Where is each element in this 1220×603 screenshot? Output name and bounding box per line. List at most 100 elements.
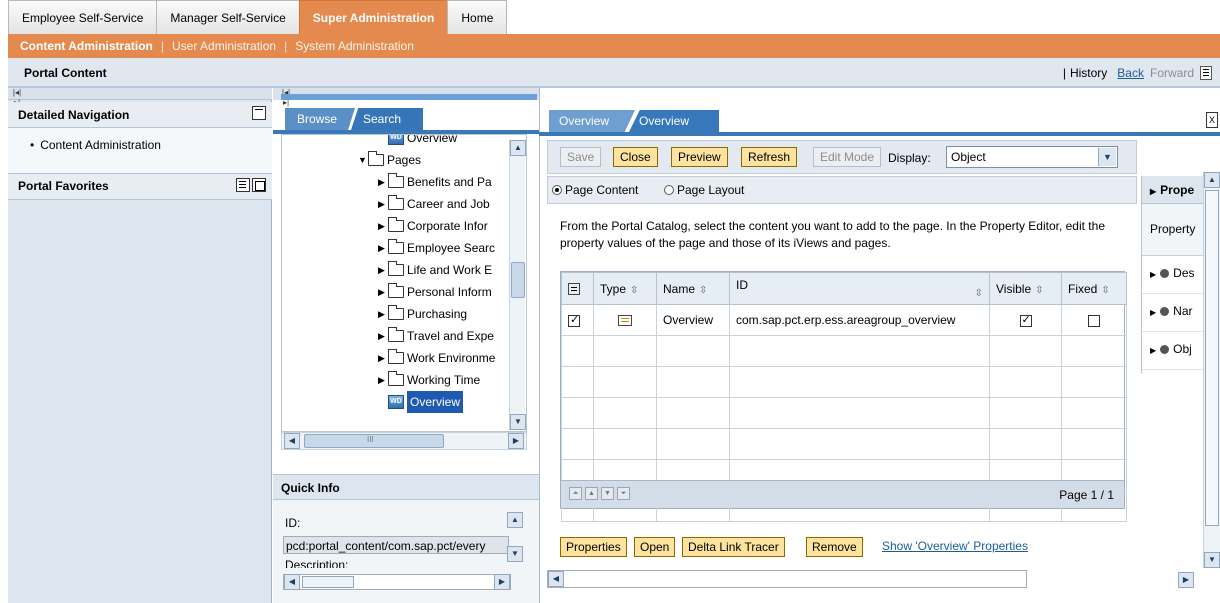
scroll-down-icon[interactable]: ▼ bbox=[507, 546, 523, 562]
name-column-header[interactable]: Name ⇳ bbox=[656, 272, 730, 305]
editor-vertical-scrollbar[interactable]: ▲ ▼ bbox=[1203, 172, 1220, 568]
scroll-down-icon[interactable]: ▼ bbox=[510, 414, 526, 430]
scroll-up-icon[interactable]: ▲ bbox=[510, 140, 526, 156]
tree-folder[interactable]: ▶ Corporate Infor bbox=[378, 215, 488, 237]
id-column-header[interactable]: ID ⇳ bbox=[729, 272, 990, 305]
quick-info-horizontal-scrollbar[interactable]: ◀ ▶ bbox=[283, 574, 511, 590]
triangle-right-icon[interactable]: ▶ bbox=[378, 369, 386, 391]
visible-checkbox[interactable] bbox=[1019, 313, 1032, 327]
nav-system-administration[interactable]: System Administration bbox=[295, 39, 414, 53]
delta-link-tracer-button[interactable]: Delta Link Tracer bbox=[682, 537, 785, 557]
triangle-right-icon[interactable]: ▶ bbox=[378, 281, 386, 303]
tree-folder[interactable]: ▶ Benefits and Pa bbox=[378, 171, 492, 193]
remove-button[interactable]: Remove bbox=[806, 537, 863, 557]
scroll-up-icon[interactable]: ▲ bbox=[1204, 172, 1220, 188]
scroll-left-icon[interactable]: ◀ bbox=[284, 574, 300, 590]
triangle-right-icon[interactable]: ▶ bbox=[378, 325, 386, 347]
radio-page-content[interactable]: Page Content bbox=[552, 183, 638, 197]
tab-browse[interactable]: Browse bbox=[285, 108, 355, 130]
tree-folder[interactable]: ▶ Life and Work E bbox=[378, 259, 492, 281]
triangle-right-icon[interactable]: ▶ bbox=[378, 259, 386, 281]
maximize-icon[interactable] bbox=[252, 178, 266, 192]
editor-horizontal-scrollbar[interactable]: ◀ bbox=[547, 570, 1027, 588]
left-collapse-bar[interactable]: |◂|▸| bbox=[8, 88, 272, 107]
nav-item-content-administration[interactable]: Content Administration bbox=[30, 138, 161, 152]
tree-horizontal-scrollbar[interactable]: ◀ III ▶ bbox=[281, 432, 527, 450]
triangle-right-icon[interactable]: ▶ bbox=[378, 193, 386, 215]
display-select[interactable]: Object ▼ bbox=[946, 146, 1118, 168]
triangle-down-icon[interactable]: ▼ bbox=[358, 149, 367, 171]
tree-folder[interactable]: ▶ Work Environme bbox=[378, 347, 495, 369]
editor-tab-overview-1[interactable]: Overview bbox=[549, 110, 635, 132]
select-column-header[interactable] bbox=[561, 272, 594, 305]
scroll-right-icon[interactable]: ▶ bbox=[1178, 572, 1194, 588]
scroll-thumb[interactable] bbox=[302, 576, 354, 588]
open-button[interactable]: Open bbox=[634, 537, 676, 557]
tree-folder[interactable]: ▶ Travel and Expe bbox=[378, 325, 494, 347]
show-properties-link[interactable]: Show 'Overview' Properties bbox=[882, 539, 1028, 553]
fixed-checkbox[interactable] bbox=[1088, 314, 1100, 327]
table-row[interactable]: Overviewcom.sap.pct.erp.ess.areagroup_ov… bbox=[561, 304, 1127, 336]
tree-folder[interactable]: ▶ Employee Searc bbox=[378, 237, 495, 259]
options-menu-icon[interactable] bbox=[236, 178, 250, 192]
tree-iview[interactable]: WD Overview bbox=[378, 391, 464, 413]
property-row[interactable]: ▶ Des bbox=[1142, 256, 1212, 294]
type-column-header[interactable]: Type ⇳ bbox=[593, 272, 657, 305]
property-editor-header[interactable]: ▶ Prope bbox=[1142, 176, 1212, 204]
select-all-icon[interactable] bbox=[568, 283, 580, 296]
editor-tab-overview-2[interactable]: Overview bbox=[629, 110, 719, 132]
property-row[interactable]: ▶ Nar bbox=[1142, 294, 1212, 332]
properties-button[interactable]: Properties bbox=[560, 537, 627, 557]
tree-vertical-scrollbar[interactable]: ▲ ▼ bbox=[509, 140, 526, 430]
close-icon[interactable]: X bbox=[1206, 112, 1218, 128]
sort-icon[interactable]: ⇳ bbox=[1035, 285, 1043, 296]
scroll-up-icon[interactable]: ▲ bbox=[507, 512, 523, 528]
close-button[interactable]: Close bbox=[613, 147, 658, 167]
chevron-down-icon[interactable]: ▼ bbox=[1098, 148, 1116, 166]
sort-icon[interactable]: ⇳ bbox=[975, 288, 983, 299]
scroll-left-icon[interactable]: ◀ bbox=[548, 571, 564, 587]
browser-splitter[interactable] bbox=[281, 94, 537, 100]
scroll-thumb[interactable] bbox=[1205, 190, 1219, 526]
sort-icon[interactable]: ⇳ bbox=[1101, 285, 1109, 296]
tree-iview[interactable]: WD Overview bbox=[378, 135, 457, 149]
back-link[interactable]: Back bbox=[1117, 66, 1144, 80]
scroll-left-icon[interactable]: ◀ bbox=[284, 433, 300, 449]
fixed-cell[interactable] bbox=[1061, 304, 1127, 336]
visible-column-header[interactable]: Visible ⇳ bbox=[989, 272, 1062, 305]
tab-manager-self-service[interactable]: Manager Self-Service bbox=[156, 0, 299, 34]
tab-home[interactable]: Home bbox=[447, 0, 508, 34]
radio-page-layout[interactable]: Page Layout bbox=[664, 183, 744, 197]
tab-search[interactable]: Search bbox=[351, 108, 423, 130]
scroll-down-icon[interactable]: ▼ bbox=[1204, 552, 1220, 568]
property-row[interactable]: ▶ Obj bbox=[1142, 332, 1212, 370]
minimize-icon[interactable] bbox=[252, 106, 266, 120]
nav-user-administration[interactable]: User Administration bbox=[172, 39, 276, 53]
nav-content-administration[interactable]: Content Administration bbox=[20, 39, 153, 53]
tree-folder[interactable]: ▶ Personal Inform bbox=[378, 281, 492, 303]
refresh-button[interactable]: Refresh bbox=[741, 147, 798, 167]
triangle-right-icon[interactable]: ▶ bbox=[378, 347, 386, 369]
history-dropdown[interactable]: History bbox=[1070, 66, 1107, 80]
sort-icon[interactable]: ⇳ bbox=[630, 285, 638, 296]
tree-folder[interactable]: ▶ Career and Job bbox=[378, 193, 490, 215]
tree-folder[interactable]: ▼ Pages bbox=[358, 149, 421, 171]
visible-cell[interactable] bbox=[989, 304, 1062, 336]
triangle-right-icon[interactable]: ▶ bbox=[378, 171, 386, 193]
tab-employee-self-service[interactable]: Employee Self-Service bbox=[8, 0, 157, 34]
scroll-thumb[interactable]: III bbox=[304, 434, 444, 448]
preview-button[interactable]: Preview bbox=[671, 147, 728, 167]
radio-selected-icon[interactable] bbox=[552, 185, 562, 195]
radio-unselected-icon[interactable] bbox=[664, 185, 674, 195]
triangle-right-icon[interactable]: ▶ bbox=[378, 215, 386, 237]
row-select-checkbox[interactable] bbox=[568, 313, 580, 327]
scroll-right-icon[interactable]: ▶ bbox=[494, 574, 510, 590]
fixed-column-header[interactable]: Fixed ⇳ bbox=[1061, 272, 1127, 305]
row-select-cell[interactable] bbox=[561, 304, 594, 336]
sort-icon[interactable]: ⇳ bbox=[699, 285, 707, 296]
scroll-right-icon[interactable]: ▶ bbox=[508, 433, 524, 449]
triangle-right-icon[interactable]: ▶ bbox=[378, 237, 386, 259]
tab-super-administration[interactable]: Super Administration bbox=[298, 0, 448, 34]
tree-folder[interactable]: ▶ Purchasing bbox=[378, 303, 467, 325]
collapse-arrows-icon[interactable]: |◂|▸| bbox=[12, 88, 22, 107]
